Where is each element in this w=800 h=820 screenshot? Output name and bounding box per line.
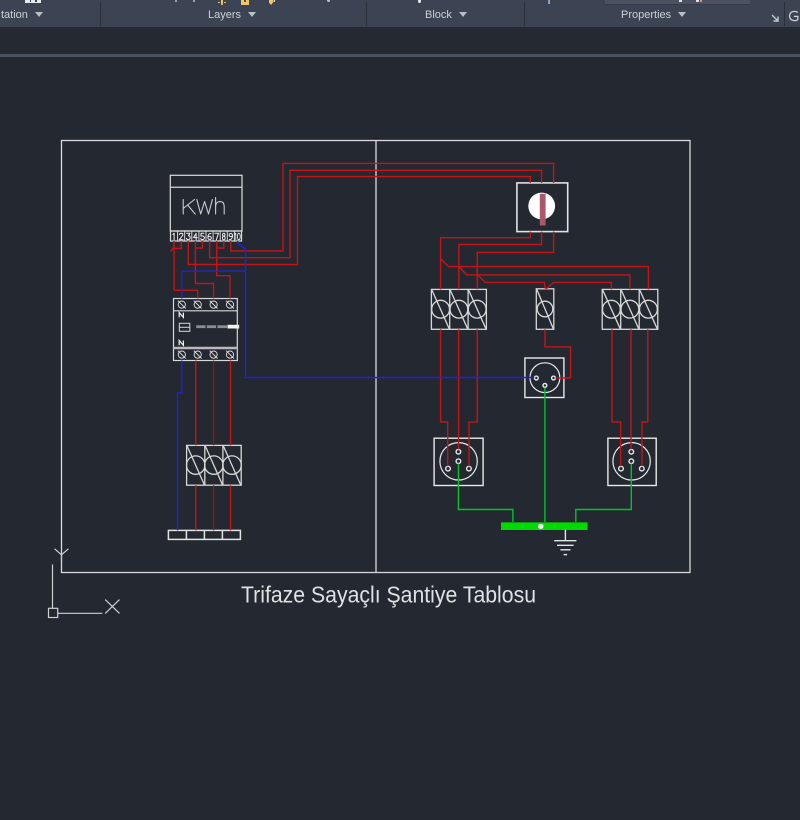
svg-text:Trifaze Sayaçlı Şantiye Tablos: Trifaze Sayaçlı Şantiye Tablosu [241, 582, 536, 608]
